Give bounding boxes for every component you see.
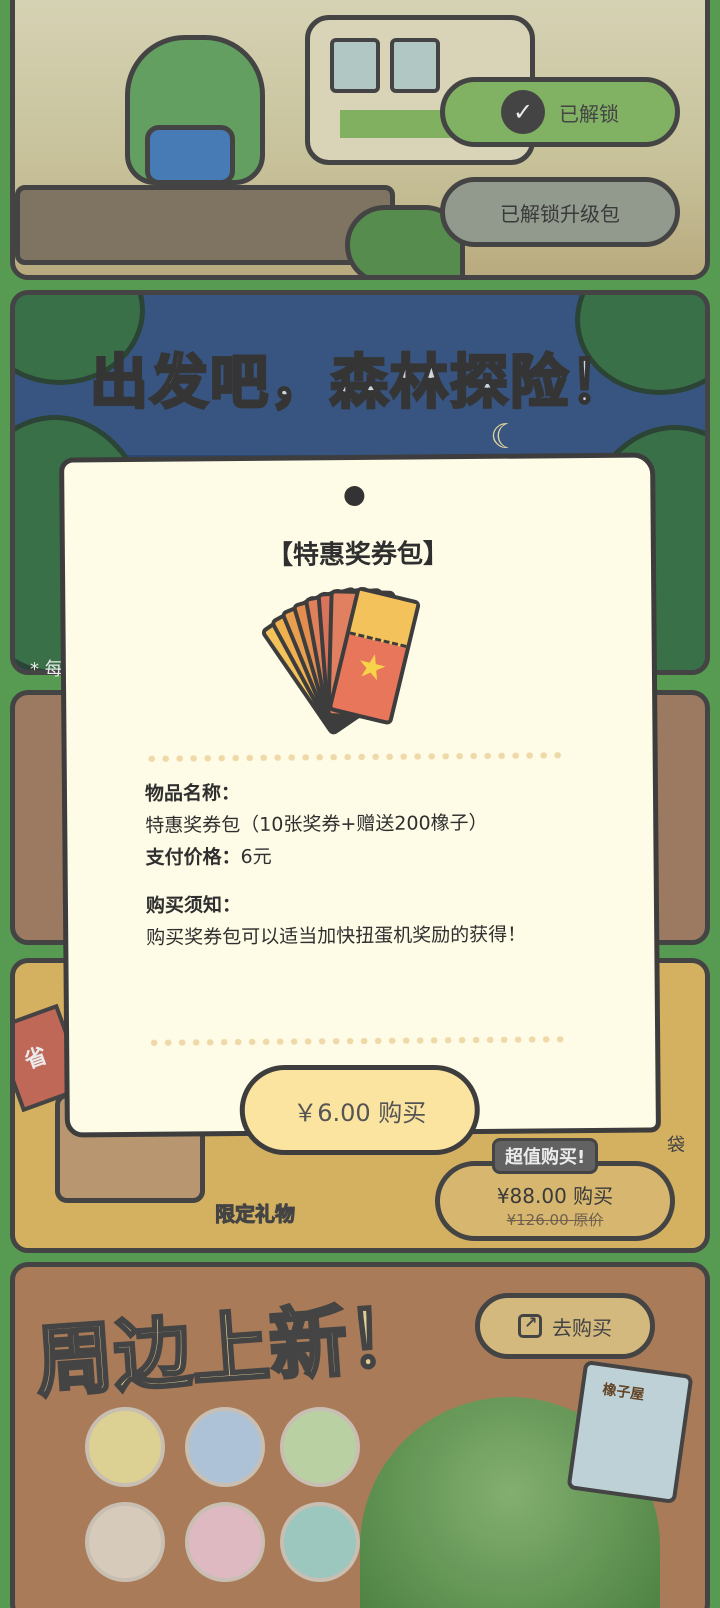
- item-name-label: 物品名称：: [144, 782, 241, 805]
- item-name-value: 特惠奖券包（10张奖券+赠送200橡子）: [145, 811, 488, 837]
- buy-button[interactable]: ￥6.00 购买: [239, 1065, 480, 1156]
- price-value: 6元: [240, 845, 272, 869]
- item-name-row: 物品名称： 特惠奖券包（10张奖券+赠送200橡子）: [145, 774, 576, 842]
- dotted-divider: [144, 752, 565, 762]
- pin-icon: [344, 485, 365, 507]
- notice-label: 购买须知：: [145, 894, 242, 917]
- item-info: 物品名称：特惠奖券包（10张奖券+赠送200橡子） 支付价格：6元 购买须知： …: [145, 774, 577, 954]
- dotted-divider: [147, 1036, 568, 1046]
- price-label: 支付价格：: [145, 846, 241, 869]
- notice-text: 购买奖券包可以适当加快扭蛋机奖励的获得！: [146, 923, 527, 949]
- ticket-pack-dialog: 【特惠奖券包】 物品名称： 特惠奖券包（10张奖券+赠送200橡子） 支付价格：6…: [59, 452, 661, 1156]
- dialog-title: 【特惠奖券包】: [266, 539, 450, 571]
- ticket-icon: [255, 579, 466, 737]
- price-row: 支付价格：6元: [145, 838, 575, 874]
